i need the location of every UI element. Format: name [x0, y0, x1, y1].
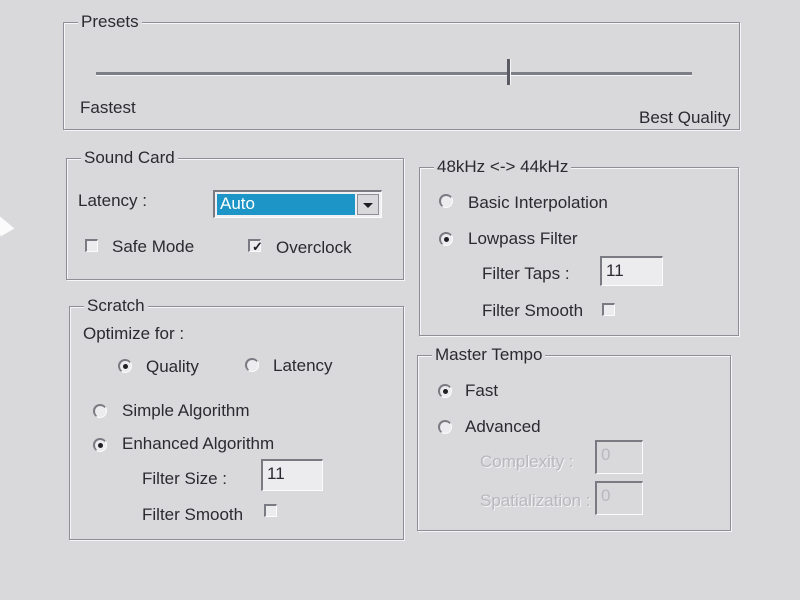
master-tempo-advanced-label[interactable]: Advanced [465, 417, 541, 437]
radio-selected-dot [444, 237, 449, 242]
spatialization-label: Spatialization : [480, 491, 591, 510]
presets-min-label: Fastest [80, 98, 136, 117]
checkmark-icon: ✓ [252, 239, 263, 254]
lowpass-filter-label[interactable]: Lowpass Filter [468, 229, 578, 249]
safe-mode-checkbox[interactable] [85, 239, 98, 252]
simple-algorithm-radio[interactable] [93, 404, 107, 418]
resample-legend: 48kHz <-> 44kHz [434, 157, 572, 177]
master-tempo-fast-radio[interactable] [438, 384, 452, 398]
radio-selected-dot [443, 389, 448, 394]
latency-dropdown-button[interactable] [357, 194, 379, 215]
master-tempo-group: Master Tempo Fast Advanced Complexity : … [417, 345, 731, 531]
complexity-input[interactable]: 0 [595, 440, 643, 474]
simple-algorithm-label[interactable]: Simple Algorithm [122, 401, 250, 421]
presets-max-label: Best Quality [639, 108, 731, 127]
filter-taps-input[interactable]: 11 [600, 256, 663, 286]
resample-filter-smooth-checkbox[interactable] [602, 303, 615, 316]
optimize-latency-label[interactable]: Latency [273, 356, 333, 376]
scratch-filter-smooth-checkbox[interactable] [264, 504, 277, 517]
optimize-quality-label[interactable]: Quality [146, 357, 199, 377]
latency-label: Latency : [78, 191, 147, 210]
presets-slider[interactable] [96, 59, 692, 89]
master-tempo-fast-label[interactable]: Fast [465, 381, 498, 401]
presets-group: Presets Fastest Best Quality [63, 12, 740, 130]
basic-interpolation-radio[interactable] [439, 194, 453, 208]
scratch-legend: Scratch [84, 296, 148, 316]
scratch-filter-smooth-label[interactable]: Filter Smooth [142, 505, 243, 525]
presets-slider-track[interactable] [96, 72, 692, 76]
basic-interpolation-label[interactable]: Basic Interpolation [468, 193, 608, 213]
chevron-down-icon [363, 203, 373, 208]
master-tempo-advanced-radio[interactable] [438, 420, 452, 434]
safe-mode-label[interactable]: Safe Mode [112, 237, 194, 257]
sound-card-legend: Sound Card [81, 148, 178, 168]
optimize-for-label: Optimize for : [83, 324, 185, 343]
enhanced-algorithm-label[interactable]: Enhanced Algorithm [122, 434, 274, 454]
optimize-quality-radio[interactable] [118, 359, 132, 373]
presets-legend: Presets [78, 12, 142, 32]
scratch-group: Scratch Optimize for : Quality Latency S… [69, 296, 404, 540]
radio-selected-dot [98, 443, 103, 448]
presets-slider-thumb[interactable] [507, 59, 511, 85]
enhanced-algorithm-radio[interactable] [93, 438, 107, 452]
resample-filter-smooth-label[interactable]: Filter Smooth [482, 301, 583, 321]
radio-selected-dot [123, 364, 128, 369]
master-tempo-legend: Master Tempo [432, 345, 546, 365]
lowpass-filter-radio[interactable] [439, 232, 453, 246]
filter-size-label: Filter Size : [142, 469, 228, 488]
filter-taps-label: Filter Taps : [482, 264, 570, 283]
sound-card-group: Sound Card Latency : Auto Safe Mode ✓ Ov… [66, 148, 404, 280]
mouse-pointer-icon [0, 209, 15, 237]
overclock-label[interactable]: Overclock [276, 238, 352, 258]
filter-size-input[interactable]: 11 [261, 459, 323, 491]
spatialization-input[interactable]: 0 [595, 481, 643, 515]
optimize-latency-radio[interactable] [245, 358, 259, 372]
resample-group: 48kHz <-> 44kHz Basic Interpolation Lowp… [419, 157, 739, 336]
latency-dropdown-value[interactable]: Auto [217, 194, 355, 215]
overclock-checkbox[interactable]: ✓ [248, 239, 263, 254]
latency-dropdown[interactable]: Auto [213, 190, 382, 218]
complexity-label: Complexity : [480, 452, 574, 471]
